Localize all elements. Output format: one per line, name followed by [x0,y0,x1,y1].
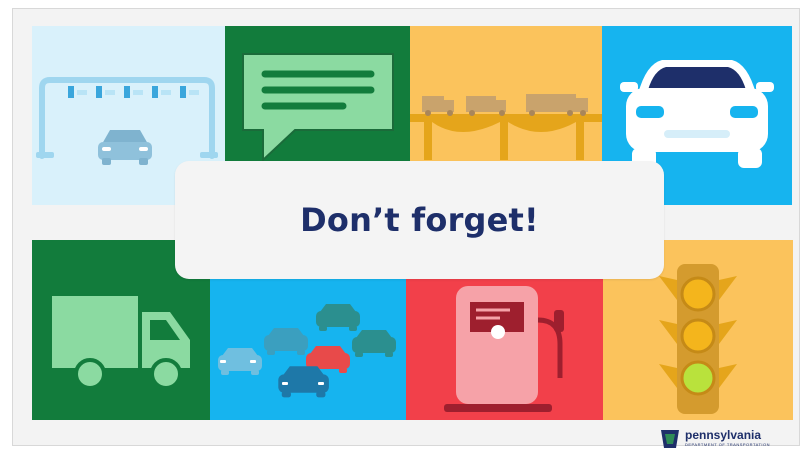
reminder-banner: Don’t forget! [175,161,664,279]
keystone-icon [661,430,679,448]
banner-title: Don’t forget! [300,201,539,239]
logo-name: pennsylvania [685,428,762,442]
penndot-logo: pennsylvania DEPARTMENT OF TRANSPORTATIO… [655,424,800,452]
logo-department: DEPARTMENT OF TRANSPORTATION [685,442,771,447]
